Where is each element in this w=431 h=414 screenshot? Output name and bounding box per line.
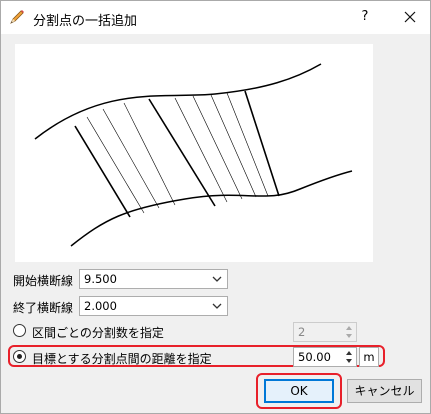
by-count-value: 2 [298, 325, 306, 339]
distance-unit: m [359, 347, 379, 367]
title-bar: 分割点の一括追加 ? [1, 1, 430, 34]
by-count-stepper[interactable]: 2 [293, 322, 357, 342]
window-title: 分割点の一括追加 [33, 14, 138, 29]
close-icon[interactable] [397, 5, 423, 29]
stepper-down-icon[interactable] [346, 334, 352, 338]
end-section-value: 2.000 [84, 299, 117, 313]
by-distance-radio[interactable] [13, 350, 26, 363]
end-section-select[interactable]: 2.000 [79, 296, 228, 316]
ok-button[interactable]: OK [264, 379, 334, 403]
stepper-arrows[interactable] [343, 348, 356, 366]
by-distance-label: 目標とする分割点間の距離を指定 [32, 352, 212, 366]
stepper-arrows[interactable] [343, 323, 356, 341]
by-count-radio[interactable] [13, 324, 26, 337]
chevron-down-icon [212, 303, 222, 309]
pencil-icon [10, 10, 24, 24]
stepper-up-icon[interactable] [346, 326, 352, 330]
start-section-select[interactable]: 9.500 [79, 269, 228, 289]
stepper-down-icon[interactable] [346, 359, 352, 363]
by-distance-value: 50.00 [298, 350, 331, 364]
start-section-value: 9.500 [84, 272, 117, 286]
stepper-up-icon[interactable] [346, 351, 352, 355]
end-section-label: 終了横断線 [13, 301, 74, 315]
preview-canvas [15, 44, 373, 262]
chevron-down-icon [212, 276, 222, 282]
cancel-button[interactable]: キャンセル [347, 379, 422, 403]
by-distance-stepper[interactable]: 50.00 [293, 347, 357, 367]
start-section-label: 開始横断線 [13, 274, 74, 288]
split-points-dialog: 分割点の一括追加 ? 開始横断線 9.500 終了横断線 2.000 区間ごとの… [0, 0, 431, 414]
help-button[interactable]: ? [353, 5, 377, 29]
by-count-label: 区間ごとの分割数を指定 [32, 326, 164, 340]
river-section-diagram [34, 63, 353, 247]
